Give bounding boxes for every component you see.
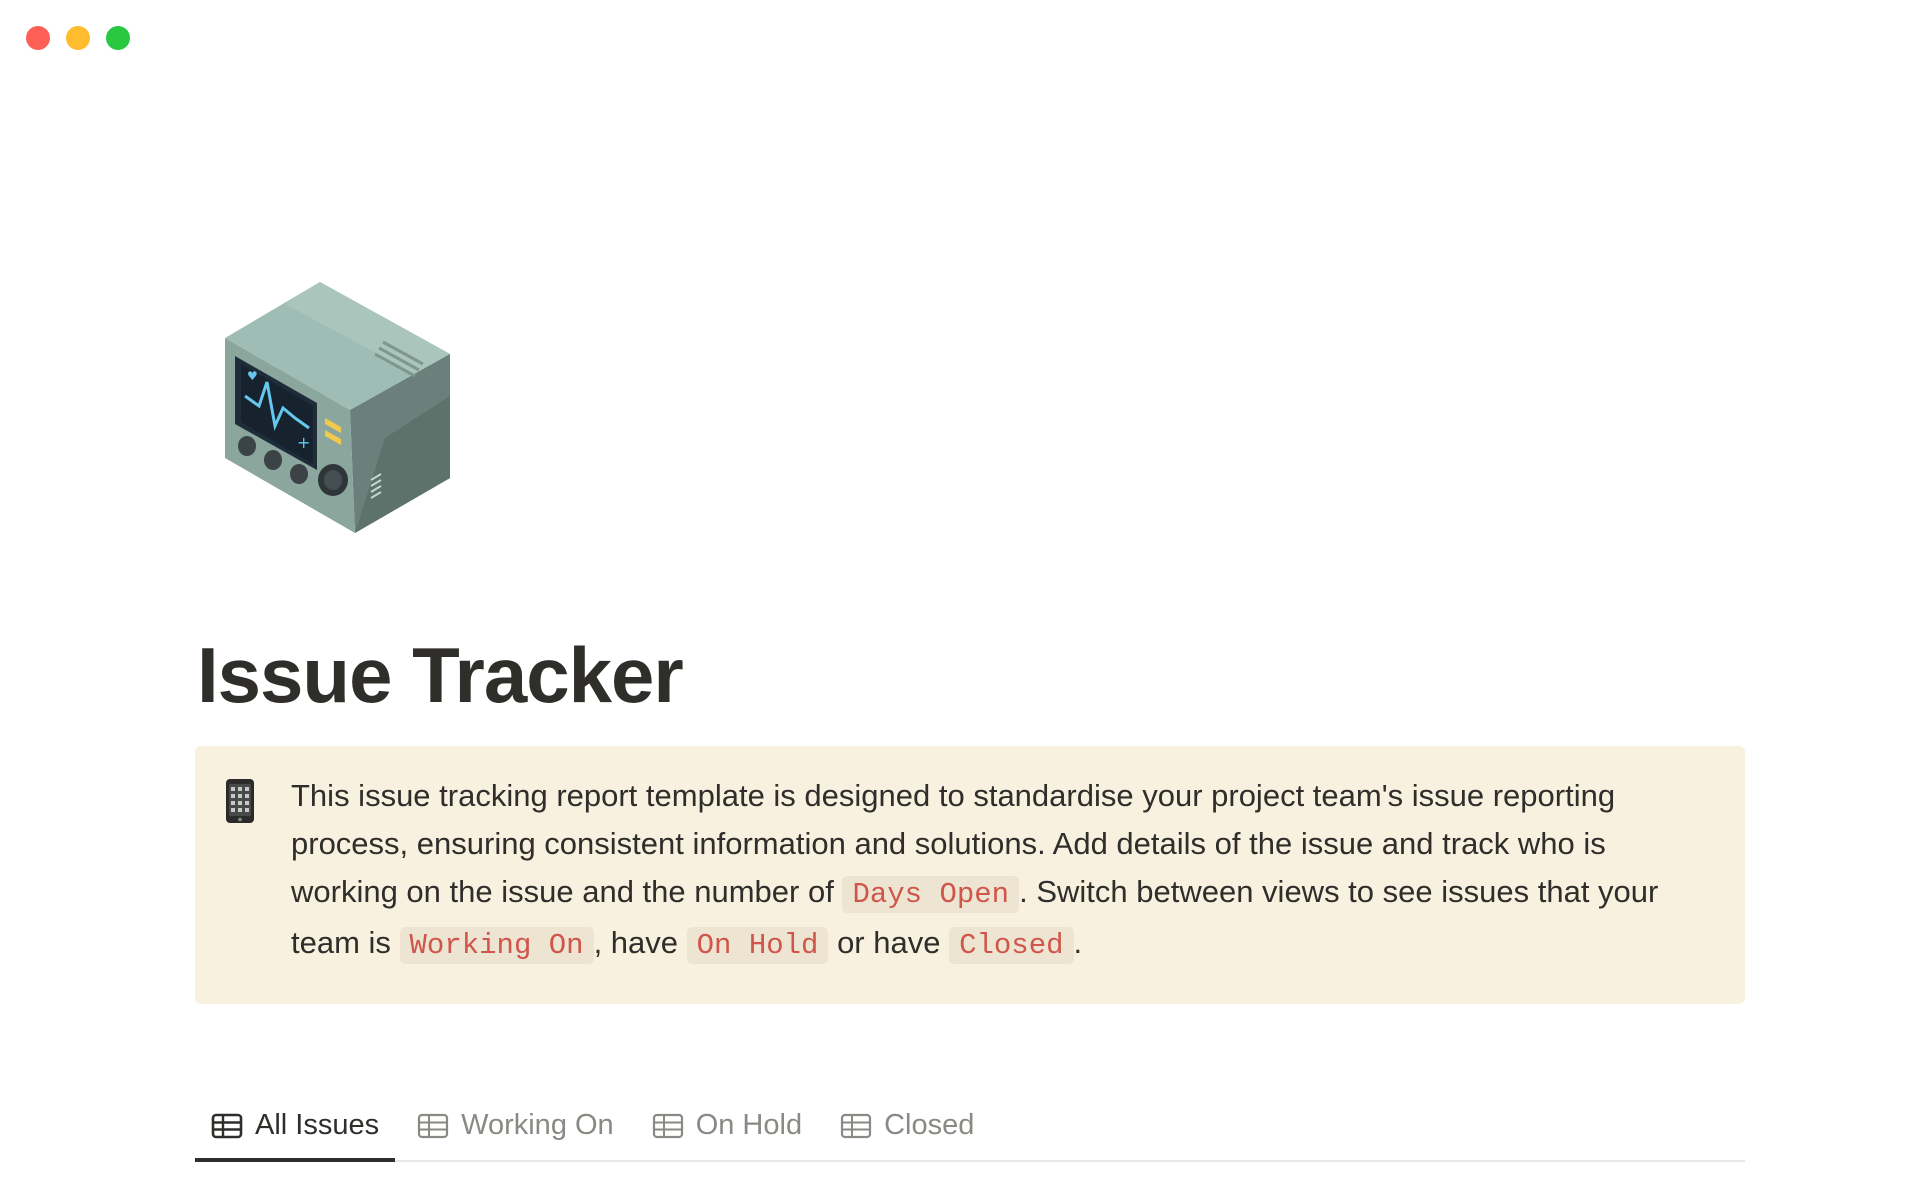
table-icon <box>211 1113 243 1138</box>
inline-code-working-on: Working On <box>399 927 594 964</box>
close-window-button[interactable] <box>26 26 50 50</box>
callout-text-part: . <box>1073 925 1083 960</box>
window-controls <box>26 26 130 50</box>
callout-text: This issue tracking report template is d… <box>291 772 1713 984</box>
tab-on-hold[interactable]: On Hold <box>636 1109 818 1160</box>
tab-label: All Issues <box>255 1109 380 1141</box>
maximize-window-button[interactable] <box>106 26 130 50</box>
svg-text:♥: ♥ <box>247 369 258 383</box>
app-window: ♥ + Issue Tracker This issue tracking re… <box>0 0 1920 1200</box>
tab-label: Working On <box>461 1109 614 1141</box>
table-icon <box>840 1113 872 1138</box>
database-view-tabs: All Issues Working On On Hold Closed <box>195 1080 1745 1162</box>
inline-code-days-open: Days Open <box>842 876 1020 913</box>
callout-text-part: or have <box>828 925 950 960</box>
callout-text-part: , have <box>593 925 687 960</box>
medical-monitor-icon[interactable]: ♥ + <box>225 278 455 534</box>
minimize-window-button[interactable] <box>66 26 90 50</box>
callout-block[interactable]: This issue tracking report template is d… <box>195 746 1745 1004</box>
mobile-phone-icon[interactable] <box>225 772 265 984</box>
tab-closed[interactable]: Closed <box>824 1109 990 1160</box>
tab-label: Closed <box>884 1109 975 1141</box>
svg-text:+: + <box>297 433 310 452</box>
tab-label: On Hold <box>695 1109 803 1141</box>
tab-all-issues[interactable]: All Issues <box>195 1109 396 1162</box>
table-icon <box>418 1113 449 1138</box>
inline-code-closed: Closed <box>949 927 1074 964</box>
table-icon <box>652 1113 683 1138</box>
inline-code-on-hold: On Hold <box>686 927 829 964</box>
tab-working-on[interactable]: Working On <box>401 1109 630 1160</box>
page-title[interactable]: Issue Tracker <box>197 630 684 721</box>
